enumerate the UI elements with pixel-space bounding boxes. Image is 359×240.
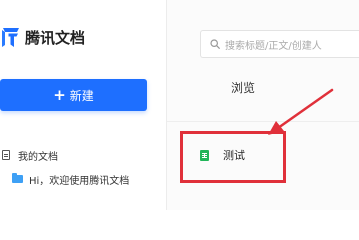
document-icon xyxy=(2,150,10,160)
new-button-label: 新建 xyxy=(69,88,94,103)
sidebar-item-label: 我的文档 xyxy=(18,151,58,163)
tencent-docs-logo-icon xyxy=(1,27,21,48)
annotation-highlight-box xyxy=(180,131,286,183)
new-document-button[interactable]: + 新建 xyxy=(0,79,147,111)
plus-icon: + xyxy=(53,85,66,104)
sidebar-item-welcome-folder[interactable]: Hi，欢迎使用腾讯文档 xyxy=(12,172,130,187)
sidebar: 腾讯文档 + 新建 我的文档 Hi，欢迎使用腾讯文档 xyxy=(0,0,166,210)
brand-name: 腾讯文档 xyxy=(25,29,86,47)
sidebar-item-my-documents[interactable]: 我的文档 xyxy=(2,148,58,163)
search-placeholder: 搜索标题/正文/创建人 xyxy=(225,40,322,52)
section-title-browse: 浏览 xyxy=(231,81,256,95)
section-divider xyxy=(167,121,359,122)
sidebar-item-label: Hi，欢迎使用腾讯文档 xyxy=(29,175,130,187)
folder-icon xyxy=(12,173,23,183)
search-input[interactable]: 搜索标题/正文/创建人 xyxy=(200,30,359,58)
search-icon xyxy=(210,39,220,49)
